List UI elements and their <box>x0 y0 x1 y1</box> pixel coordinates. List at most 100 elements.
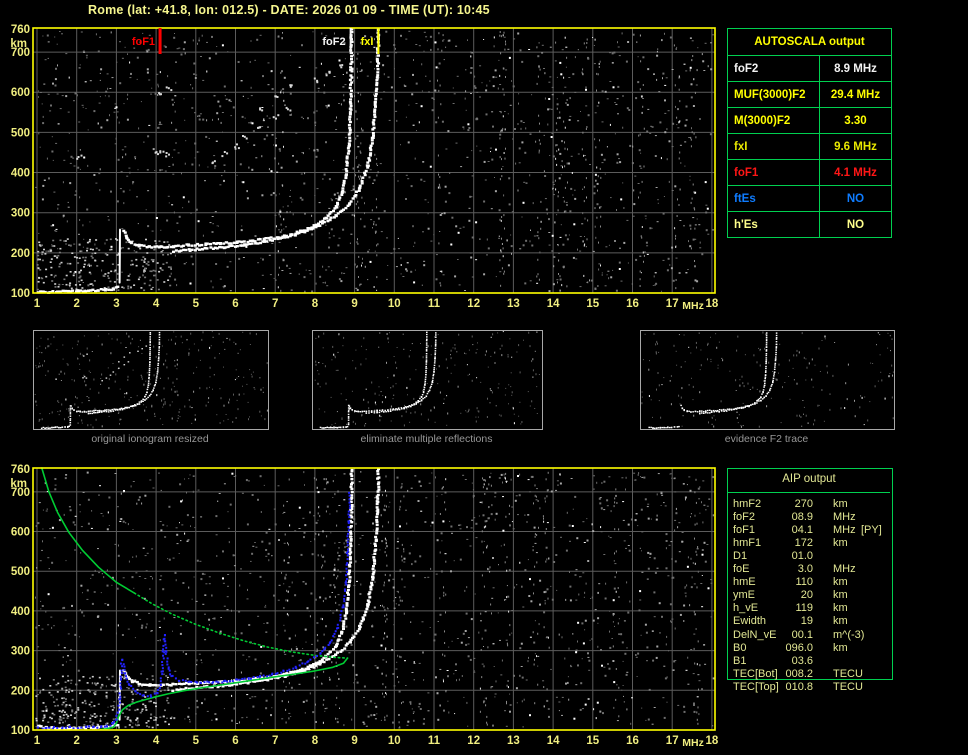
parameter-value: NO <box>820 186 891 211</box>
y-tick-label: 300 <box>11 646 30 658</box>
aip-value: 172 <box>761 537 813 550</box>
parameter-value: 4.1 MHz <box>820 160 891 185</box>
autoscala-table: AUTOSCALA output foF28.9 MHzMUF(3000)F22… <box>727 28 892 238</box>
aip-table: AIP output hmF2270kmfoF208.9MHzfoF104.1M… <box>727 468 893 703</box>
aip-label: foF1 <box>733 524 755 537</box>
aip-value: 270 <box>761 498 813 511</box>
y-tick-label: 200 <box>11 685 30 697</box>
parameter-label: M(3000)F2 <box>728 108 820 133</box>
aip-unit: MHz <box>833 511 856 524</box>
aip-row-hmF1: hmF1172 km <box>727 537 893 550</box>
thumbnail-caption-0: original ionogram resized <box>33 433 267 445</box>
x-axis-unit-label: MHz <box>682 737 704 749</box>
aip-row-Ewidth: Ewidth19km <box>727 615 893 628</box>
thumbnail-2 <box>640 330 895 430</box>
aip-row-ymE: ymE 20 km <box>727 589 893 602</box>
x-tick-label: 18 <box>706 735 719 747</box>
x-tick-label: 12 <box>467 735 480 747</box>
aip-value: 110 <box>761 576 813 589</box>
aip-extra: [PY] <box>861 524 882 537</box>
x-tick-label: 11 <box>428 735 441 747</box>
aip-unit: km <box>833 589 848 602</box>
x-tick-label: 6 <box>232 735 238 747</box>
aip-value: 008.2 <box>761 668 813 681</box>
y-tick-label: 760 <box>11 464 30 476</box>
autoscala-row-foF1: foF14.1 MHz <box>728 160 891 186</box>
series-F-trace-ordinary <box>123 469 354 687</box>
aip-value: 19 <box>761 615 813 628</box>
aip-row-TECTop: TEC[Top]010.8TECU <box>727 681 893 694</box>
x-tick-label: 5 <box>193 735 200 747</box>
aip-unit: MHz <box>833 524 856 537</box>
aip-row-hmF2: hmF2270km <box>727 498 893 511</box>
aip-value: 00.1 <box>761 629 813 642</box>
aip-unit: km <box>833 615 848 628</box>
x-tick-label: 10 <box>388 735 401 747</box>
x-tick-label: 7 <box>272 735 278 747</box>
aip-row-hvE: h_vE119 km <box>727 602 893 615</box>
aip-value: 096.0 <box>761 642 813 655</box>
thumbnail-0 <box>33 330 269 430</box>
aip-label: foF2 <box>733 511 755 524</box>
parameter-label: foF1 <box>728 160 820 185</box>
x-tick-label: 15 <box>586 735 599 747</box>
x-tick-label: 2 <box>73 735 79 747</box>
autoscala-row-foF2: foF28.9 MHz <box>728 56 891 82</box>
aip-row-B1: B1 03.6 <box>727 655 893 668</box>
parameter-value: 8.9 MHz <box>820 56 891 81</box>
aip-unit: km <box>833 537 848 550</box>
autoscala-table-rows: foF28.9 MHzMUF(3000)F229.4 MHzM(3000)F23… <box>728 56 891 237</box>
aip-label: ymE <box>733 589 755 602</box>
aip-row-TECBot: TEC[Bot]008.2TECU <box>727 668 893 681</box>
x-tick-label: 3 <box>113 735 119 747</box>
autoscala-table-header: AUTOSCALA output <box>728 29 891 56</box>
aip-unit: MHz <box>833 563 856 576</box>
aip-row-foF2: foF2 08.9 MHz <box>727 511 893 524</box>
parameter-label: fxI <box>728 134 820 159</box>
aip-value: 010.8 <box>761 681 813 694</box>
aip-value: 01.0 <box>761 550 813 563</box>
x-tick-label: 16 <box>626 735 639 747</box>
aip-row-foE: foE3.0MHz <box>727 563 893 576</box>
x-tick-label: 8 <box>312 735 319 747</box>
x-tick-label: 1 <box>34 735 41 747</box>
aip-row-B0: B0096.0km <box>727 642 893 655</box>
aip-value: 03.6 <box>761 655 813 668</box>
autoscala-row-ftEs: ftEsNO <box>728 186 891 212</box>
thumbnail-caption-1: eliminate multiple reflections <box>312 433 541 445</box>
series-electron-density-profile-topside <box>42 468 135 593</box>
parameter-value: NO <box>820 212 891 237</box>
aip-value: 3.0 <box>761 563 813 576</box>
aip-label: hmE <box>733 576 756 589</box>
parameter-label: MUF(3000)F2 <box>728 82 820 107</box>
aip-value: 20 <box>761 589 813 602</box>
x-tick-label: 17 <box>666 735 679 747</box>
aip-row-hmE: hmE 110 km <box>727 576 893 589</box>
y-tick-label: 500 <box>11 566 30 578</box>
y-tick-label: 700 <box>11 487 30 499</box>
aip-label: D1 <box>733 550 747 563</box>
aip-unit: km <box>833 576 848 589</box>
autoscala-row-M3000F2: M(3000)F23.30 <box>728 108 891 134</box>
autoscala-row-hEs: h'EsNO <box>728 212 891 237</box>
parameter-label: h'Es <box>728 212 820 237</box>
aip-value: 08.9 <box>761 511 813 524</box>
aip-unit: TECU <box>833 681 863 694</box>
thumbnail-1 <box>312 330 543 430</box>
parameter-value: 9.6 MHz <box>820 134 891 159</box>
aip-table-divider <box>728 492 890 493</box>
aip-label: hmF1 <box>733 537 761 550</box>
aip-row-foF1: foF104.1MHz[PY] <box>727 524 893 537</box>
aip-label: B0 <box>733 642 746 655</box>
parameter-label: ftEs <box>728 186 820 211</box>
x-tick-label: 14 <box>547 735 560 747</box>
series-restored-E-trace <box>37 659 123 730</box>
x-tick-label: 4 <box>153 735 160 747</box>
x-tick-label: 13 <box>507 735 520 747</box>
aip-label: B1 <box>733 655 746 668</box>
aip-table-header: AIP output <box>727 473 891 485</box>
aip-value: 119 <box>761 602 813 615</box>
autoscala-row-MUF3000F2: MUF(3000)F229.4 MHz <box>728 82 891 108</box>
aip-label: h_vE <box>733 602 758 615</box>
aip-unit: km <box>833 602 848 615</box>
